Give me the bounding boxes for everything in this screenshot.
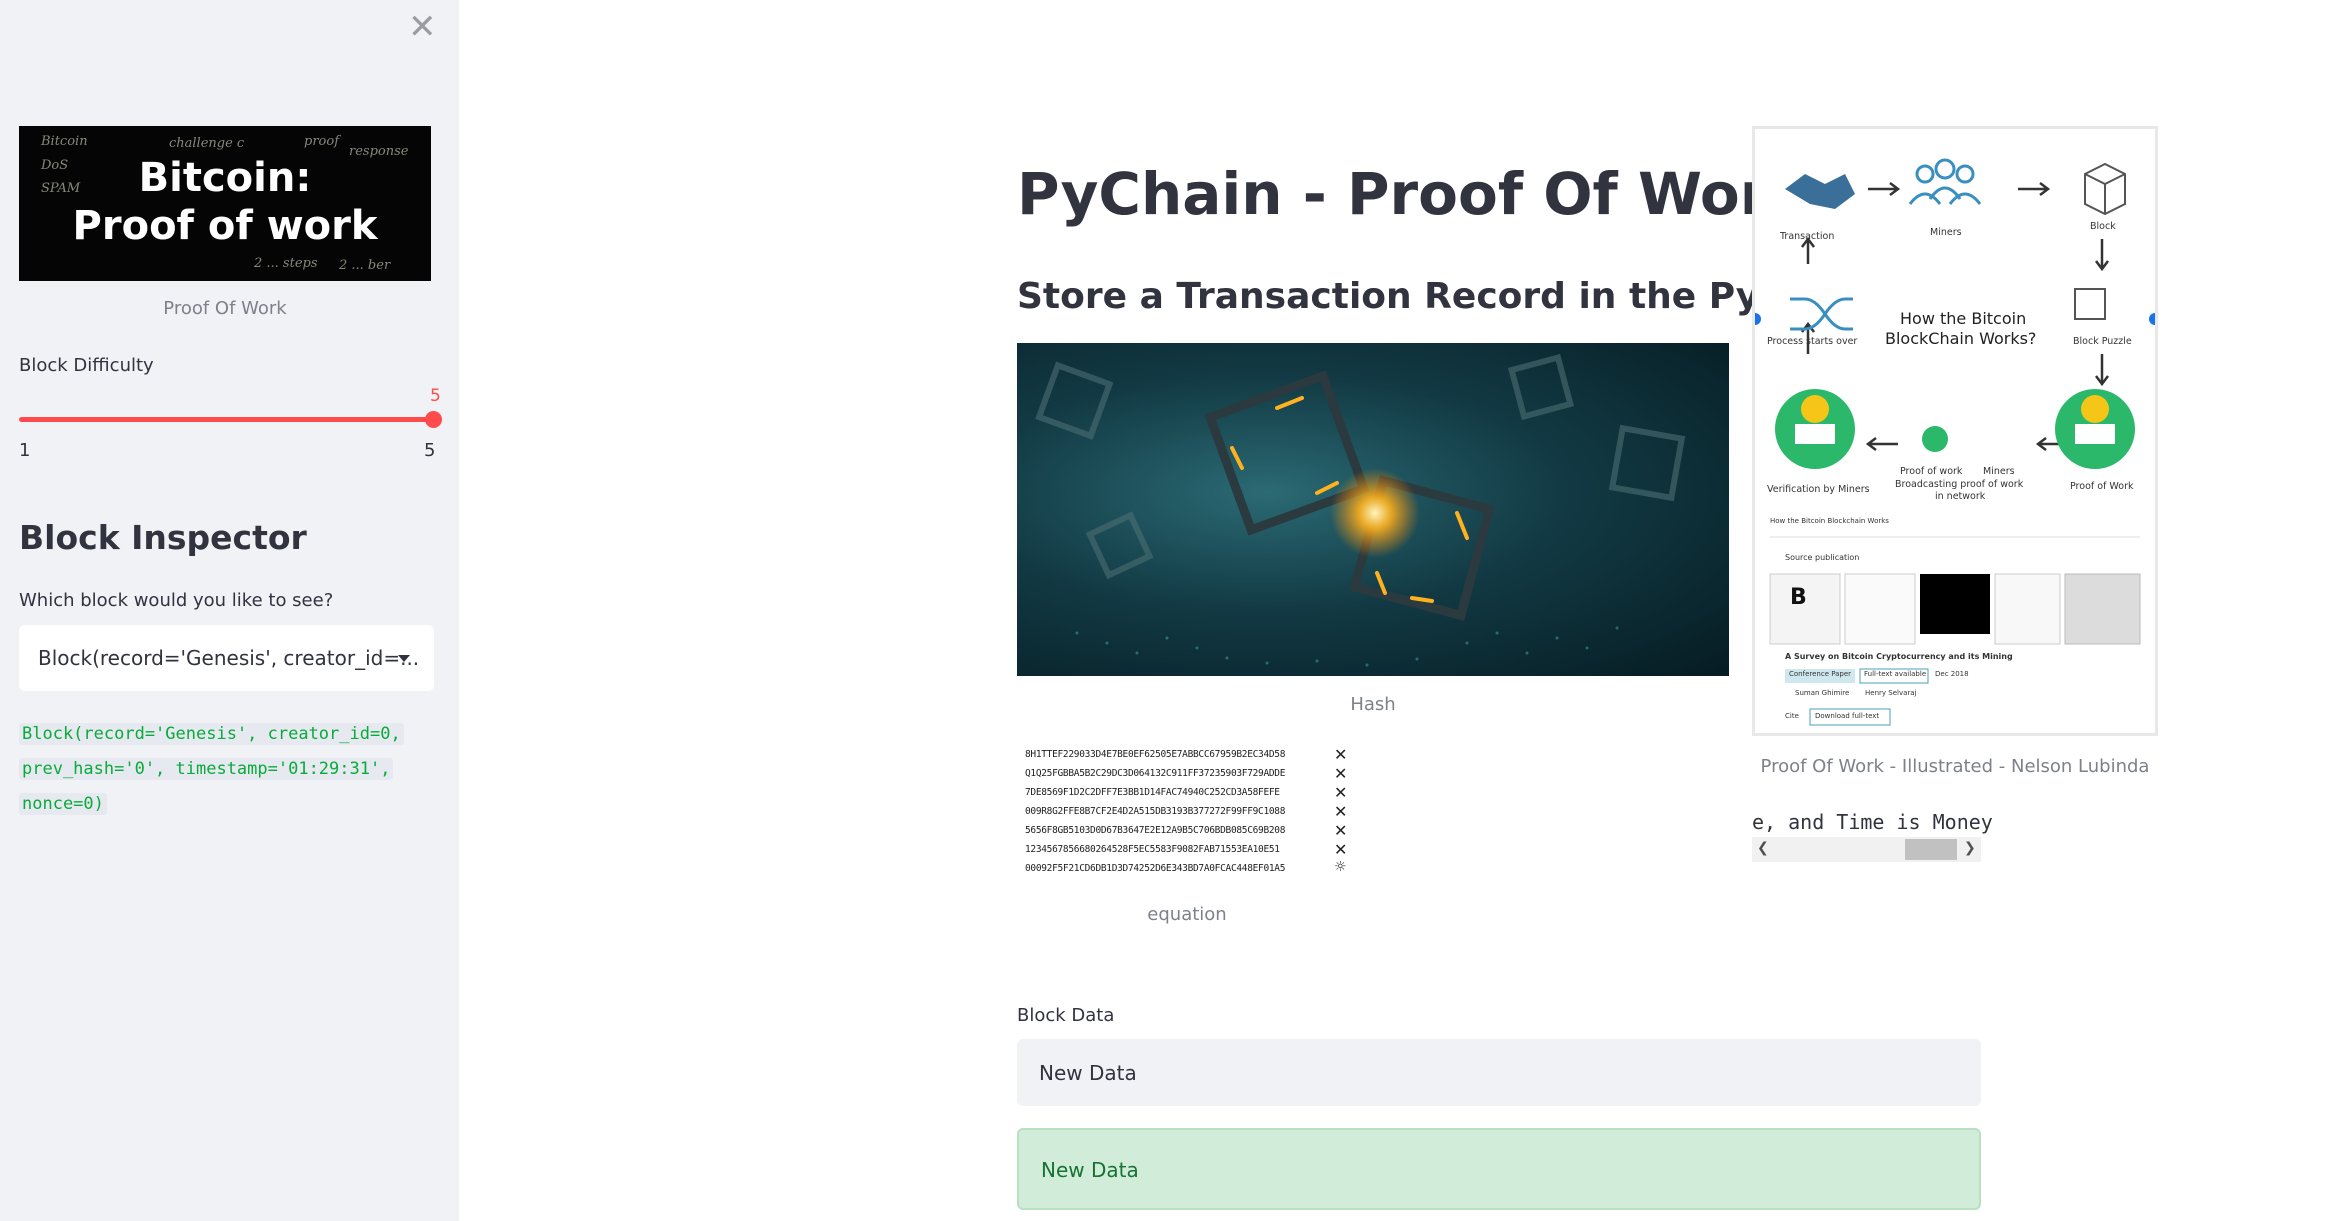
- equation-caption: equation: [1147, 904, 1227, 925]
- diagram-label: Proof of Work: [2070, 481, 2134, 492]
- hash-line: 1234567856680264528F5EC5583F9082FAB71553…: [1025, 844, 1280, 855]
- difficulty-slider-track[interactable]: [19, 417, 436, 422]
- success-message: New Data: [1017, 1128, 1981, 1210]
- chevron-right-icon[interactable]: ❯: [1964, 840, 1976, 856]
- chevron-down-icon[interactable]: [398, 655, 410, 662]
- diagram-badge: Conference Paper: [1789, 670, 1852, 678]
- svg-text:B: B: [1790, 585, 1807, 610]
- diagram-label: Broadcasting proof of work: [1895, 479, 2024, 490]
- diagram-label: Process starts over: [1767, 336, 1858, 347]
- bitcoin-diagram-image: B Transaction Miners Block Process start…: [1752, 126, 2158, 736]
- sidebar: ✕ Bitcoin challenge c proof response DoS…: [0, 0, 459, 1221]
- diagram-label: Block Puzzle: [2073, 336, 2132, 347]
- horizontal-scrollbar[interactable]: ❮ ❯: [1752, 837, 1981, 862]
- hash-line: 5656F8GB5103D0D67B3647E2E12A9B5C706BDB08…: [1025, 825, 1286, 836]
- diagram-label: Verification by Miners: [1767, 484, 1870, 495]
- slider-value: 5: [430, 386, 441, 406]
- diagram-center-line1: How the Bitcoin: [1900, 309, 2027, 328]
- image-title-line1: Bitcoin:: [138, 155, 312, 201]
- cross-icon: ✕: [1334, 764, 1348, 783]
- image-caption: Proof Of Work: [163, 298, 287, 319]
- diagram-label: Miners: [1983, 466, 2015, 477]
- diagram-label: in network: [1935, 491, 1986, 502]
- cross-icon: ✕: [1334, 840, 1348, 859]
- diagram-label: Transaction: [1780, 231, 1835, 242]
- success-message-text: New Data: [1041, 1158, 1139, 1182]
- diagram-label: Proof of work: [1900, 466, 1963, 477]
- diagram-author: Suman Ghimire: [1795, 689, 1850, 697]
- diagram-paper-title: A Survey on Bitcoin Cryptocurrency and i…: [1785, 652, 2013, 661]
- block-code-line: Block(record='Genesis', creator_id=0,: [19, 723, 404, 745]
- block-select[interactable]: Block(record='Genesis', creator_id=...: [19, 625, 434, 691]
- hash-image-caption: Hash: [1350, 694, 1396, 715]
- diagram-cite: Cite: [1785, 712, 1799, 720]
- diagram-center-line2: BlockChain Works?: [1885, 329, 2037, 348]
- page-title: PyChain - Proof Of Work: [1017, 160, 1807, 228]
- hash-image: [1017, 343, 1729, 676]
- hash-line: 8H1TTEF229033D4E7BE0EF62505E7ABBCC67959B…: [1025, 749, 1286, 760]
- diagram-footer: How the Bitcoin Blockchain Works: [1770, 517, 1889, 525]
- chevron-left-icon[interactable]: ❮: [1757, 840, 1769, 856]
- hash-line: 7DE8569F1D2C2DFF7E3BB1D14FAC74940C252CD3…: [1025, 787, 1280, 798]
- lightbulb-icon: ☼: [1334, 859, 1347, 875]
- diagram-author: Henry Selvaraj: [1865, 689, 1917, 697]
- block-data-label: Block Data: [1017, 1005, 1115, 1026]
- cross-icon: ✕: [1334, 783, 1348, 802]
- block-inspector-heading: Block Inspector: [19, 518, 307, 557]
- scrollable-code-text: e, and Time is Money: [1752, 810, 1993, 834]
- diagram-download: Download full-text: [1815, 712, 1880, 720]
- diagram-badge: Full-text available: [1864, 670, 1927, 678]
- block-select-label: Which block would you like to see?: [19, 590, 334, 611]
- diagram-label: Miners: [1930, 227, 1962, 238]
- block-code-line: prev_hash='0', timestamp='01:29:31',: [19, 758, 394, 780]
- block-select-value: Block(record='Genesis', creator_id=...: [38, 646, 420, 670]
- scrollbar-thumb[interactable]: [1905, 839, 1957, 860]
- slider-min-label: 1: [19, 440, 31, 461]
- block-data-input-value[interactable]: New Data: [1039, 1061, 1137, 1085]
- block-data-input[interactable]: New Data: [1017, 1039, 1981, 1106]
- image-title-line2: Proof of work: [72, 203, 378, 249]
- cross-icon: ✕: [1334, 821, 1348, 840]
- hash-line: 00092F5F21CD6DB1D3D74252D6E343BD7A0FCAC4…: [1025, 863, 1286, 874]
- slider-max-label: 5: [424, 440, 436, 461]
- page-subtitle: Store a Transaction Record in the PyChai…: [1017, 276, 1874, 317]
- diagram-label: Block: [2090, 221, 2116, 232]
- hash-line: Q1Q25FGBBA5B2C29DC3D064132C911FF37235903…: [1025, 768, 1286, 779]
- equation-image: 8H1TTEF229033D4E7BE0EF62505E7ABBCC67959B…: [1017, 745, 1357, 880]
- diagram-source: Source publication: [1785, 553, 1860, 562]
- close-icon[interactable]: ✕: [408, 10, 437, 44]
- slider-label: Block Difficulty: [19, 355, 154, 376]
- proof-of-work-image: Bitcoin challenge c proof response DoS S…: [19, 126, 431, 281]
- cross-icon: ✕: [1334, 745, 1348, 764]
- cross-icon: ✕: [1334, 802, 1348, 821]
- hash-line: 009R8G2FFE8B7CF2E4D2A515DB3193B377272F99…: [1025, 806, 1286, 817]
- block-code-line: nonce=0): [19, 793, 107, 815]
- diagram-caption: Proof Of Work - Illustrated - Nelson Lub…: [1760, 756, 2150, 777]
- difficulty-slider-thumb[interactable]: [425, 411, 442, 428]
- diagram-date: Dec 2018: [1935, 670, 1969, 678]
